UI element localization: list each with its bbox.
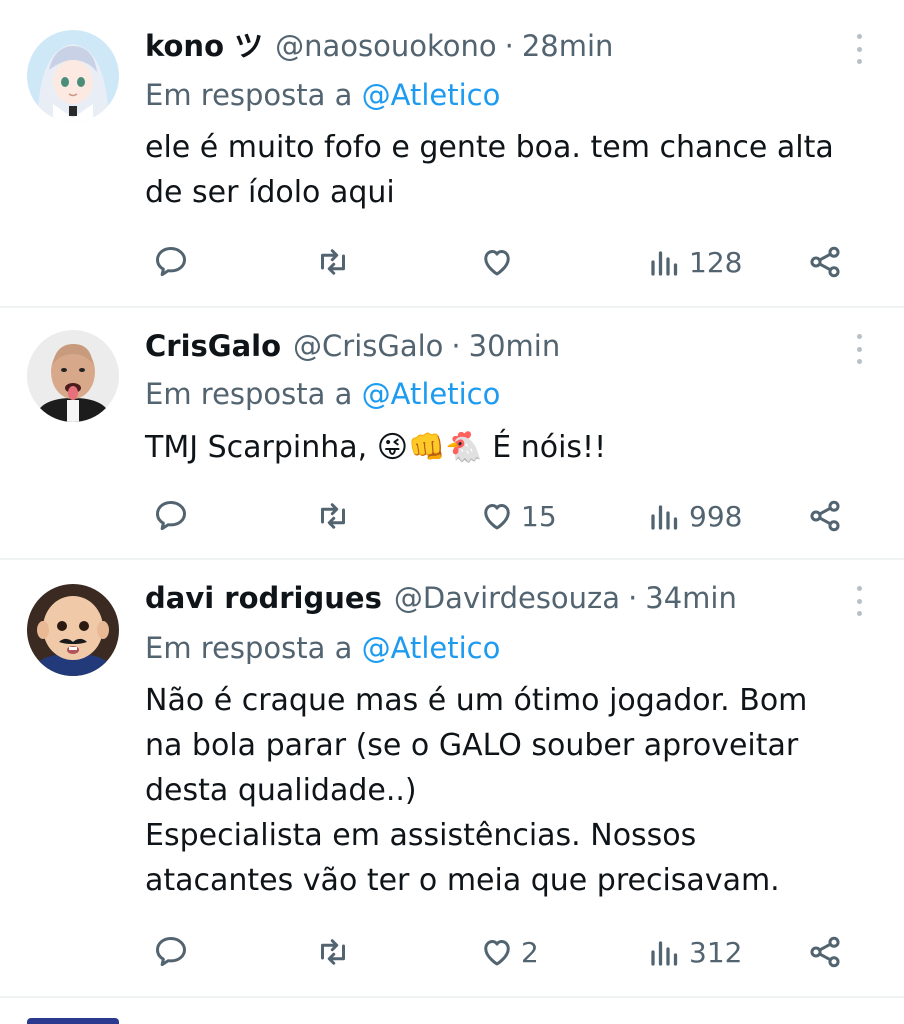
retweet-icon [321,249,345,275]
timestamp[interactable]: 28min [522,24,614,68]
text-line: de ser ídolo aqui [145,175,395,210]
share-icon [810,936,840,968]
reply-button[interactable] [153,494,189,538]
views-icon [651,941,678,966]
tweet-text: Não é craque mas é um ótimo jogador. Bom… [145,678,854,903]
separator: · [628,581,638,615]
reply-prefix: Em resposta a [145,631,353,665]
views-button[interactable]: 312 [647,930,742,974]
reply-icon [156,501,186,531]
views-icon [651,505,678,530]
reply-icon [156,247,186,277]
reply-button[interactable] [153,930,189,974]
timestamp[interactable]: 34min [645,576,737,620]
replies-feed: kono ツ @naosouokono · 28min Em resposta … [0,0,904,1024]
user-handle[interactable]: @CrisGalo [293,324,443,368]
avatar[interactable] [27,30,119,122]
tweet-header: davi rodrigues @Davirdesouza · 34min [145,576,824,620]
tweet-header: CrisGalo @CrisGalo · 30min [145,324,824,368]
text-line: atacantes vão ter o meia que precisavam. [145,863,780,898]
share-button[interactable] [807,494,843,538]
avatar[interactable] [27,584,119,676]
share-button[interactable] [807,240,843,284]
view-count: 312 [689,935,743,969]
mention-link[interactable]: @Atletico [362,78,501,112]
reply-button[interactable] [153,240,189,284]
bald-man-avatar-icon [27,330,119,422]
tweet-davi-rodrigues[interactable]: davi rodrigues @Davirdesouza · 34min Em … [0,560,904,998]
action-bar: 128 [145,240,865,284]
baby-mustache-avatar-icon [27,584,119,676]
like-count: 15 [521,499,557,533]
timestamp[interactable]: 30min [469,324,561,368]
retweet-button[interactable] [315,930,351,974]
display-name[interactable]: CrisGalo [145,324,281,368]
action-bar: 2 312 [145,930,865,974]
mention-link[interactable]: @Atletico [362,377,501,411]
more-vertical-icon[interactable] [854,334,864,364]
more-vertical-icon[interactable] [854,34,864,64]
reply-prefix: Em resposta a [145,78,353,112]
retweet-button[interactable] [315,240,351,284]
action-bar: 15 998 [145,494,865,538]
heart-icon [484,940,510,966]
views-button[interactable]: 128 [647,240,742,284]
tweet-header: kono ツ @naosouokono · 28min [145,24,824,68]
text-line: desta qualidade..) [145,773,417,808]
text-line: ele é muito fofo e gente boa. tem chance… [145,130,834,165]
more-vertical-icon[interactable] [854,586,864,616]
view-count: 128 [689,245,743,279]
text-line: na bola parar (se o GALO souber aproveit… [145,728,799,763]
retweet-icon [321,939,345,965]
views-icon [651,251,678,276]
mention-link[interactable]: @Atletico [362,631,501,665]
text-line: Não é craque mas é um ótimo jogador. Bom [145,683,808,718]
tweet-kono[interactable]: kono ツ @naosouokono · 28min Em resposta … [0,0,904,308]
reply-prefix: Em resposta a [145,377,353,411]
retweet-icon [321,503,345,529]
like-button[interactable]: 15 [479,494,557,538]
separator: · [451,329,461,363]
heart-icon [484,504,510,530]
tweet-text: ele é muito fofo e gente boa. tem chance… [145,125,854,215]
separator: · [504,29,514,63]
display-name[interactable]: davi rodrigues [145,576,382,620]
like-button[interactable]: 2 [479,930,539,974]
display-name[interactable]: kono ツ [145,24,263,68]
retweet-button[interactable] [315,494,351,538]
anime-avatar-icon [27,30,119,122]
tweet-text: TMJ Scarpinha, 😜👊🐔 É nóis!! [145,425,854,470]
view-count: 998 [689,499,743,533]
tweet-crisgalo[interactable]: CrisGalo @CrisGalo · 30min Em resposta a… [0,308,904,560]
text-line: TMJ Scarpinha, 😜👊🐔 É nóis!! [145,430,607,465]
views-button[interactable]: 998 [647,494,742,538]
share-icon [810,500,840,532]
share-button[interactable] [807,930,843,974]
reply-context: Em resposta a @Atletico [145,626,500,670]
reply-icon [156,937,186,967]
reply-context: Em resposta a @Atletico [145,73,500,117]
user-handle[interactable]: @Davirdesouza [394,576,620,620]
avatar[interactable] [27,330,119,422]
user-handle[interactable]: @naosouokono [275,24,497,68]
reply-context: Em resposta a @Atletico [145,372,500,416]
text-line: Especialista em assistências. Nossos [145,818,697,853]
like-button[interactable] [479,240,521,284]
share-icon [810,246,840,278]
next-tweet-avatar-peek[interactable] [27,1018,119,1024]
heart-icon [484,250,510,276]
like-count: 2 [521,935,539,969]
